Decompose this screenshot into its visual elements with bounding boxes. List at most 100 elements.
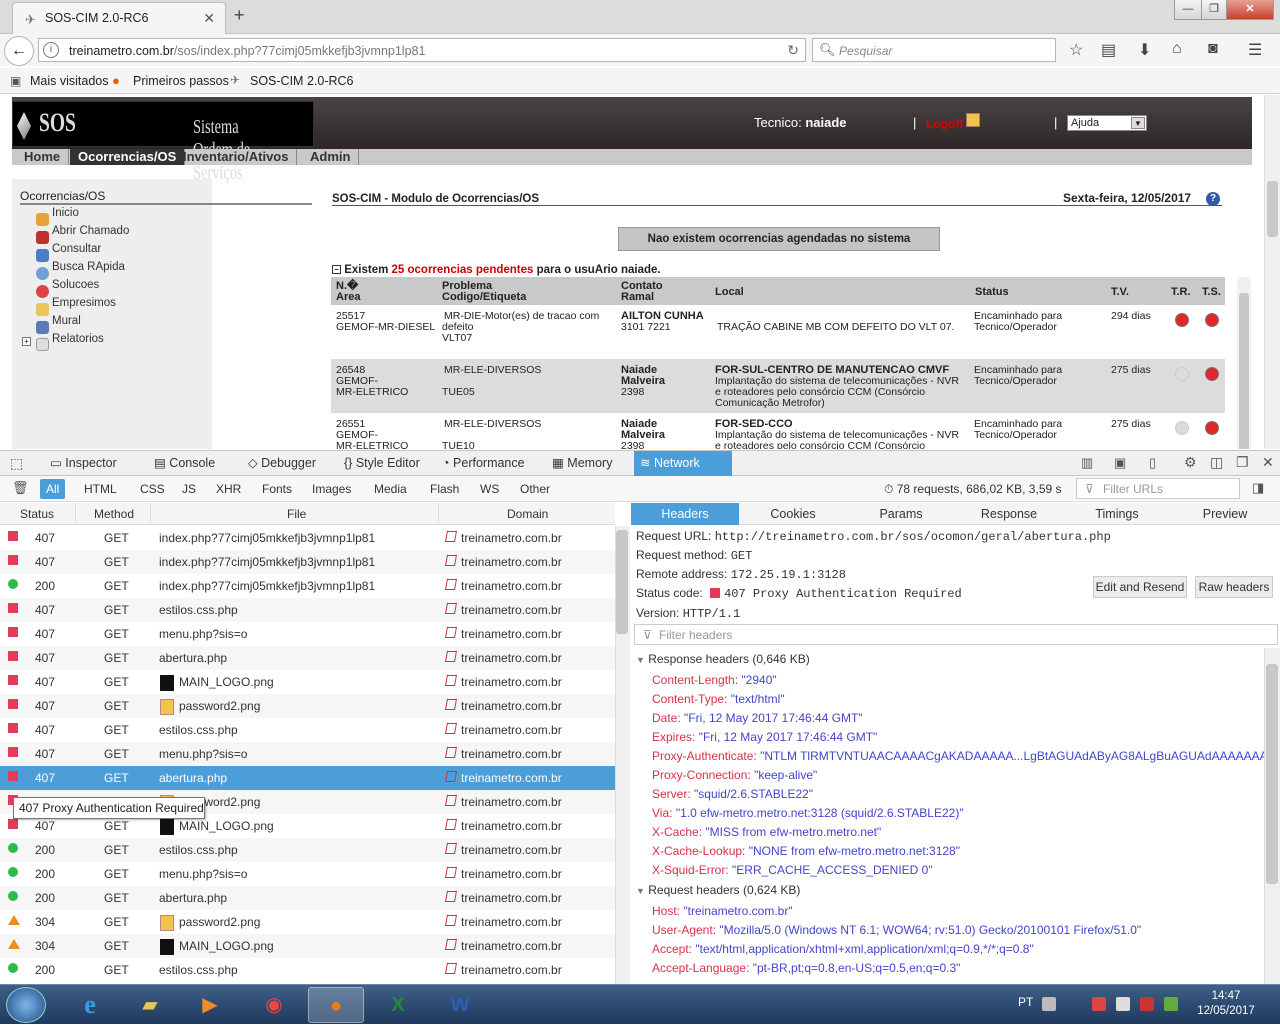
bookmark-most-visited[interactable]: Mais visitados (30, 74, 109, 88)
filter-fonts[interactable]: Fonts (256, 479, 298, 499)
collapse-icon[interactable]: − (332, 265, 341, 274)
request-row[interactable]: 407 GET estilos.css.php treinametro.com.br (0, 598, 615, 622)
menu-inventario[interactable]: Inventario/Ativos (175, 149, 298, 165)
filter-media[interactable]: Media (368, 479, 413, 499)
request-row[interactable]: 407 GET abertura.php treinametro.com.br (0, 766, 615, 790)
word-icon[interactable]: W (432, 987, 488, 1023)
flag-icon[interactable] (1116, 997, 1130, 1011)
request-row[interactable]: 200 GET estilos.css.php treinametro.com.br (0, 838, 615, 862)
header-entry[interactable]: X-Squid-Error: "ERR_CACHE_ACCESS_DENIED … (652, 863, 933, 877)
tab-inspector[interactable]: ▭ Inspector (44, 451, 117, 476)
tab-memory[interactable]: ▦ Memory (546, 451, 612, 476)
request-row[interactable]: 304 GET MAIN_LOGO.png treinametro.com.br (0, 934, 615, 958)
scroll-thumb[interactable] (1266, 664, 1278, 884)
tab-response[interactable]: Response (955, 503, 1063, 525)
left-item-empresimos[interactable]: Empresimos (52, 297, 116, 309)
ocorrencia-row[interactable]: 26551 GEMOF- MR-ELETRICO MR-ELE-DIVERSOS TUE… (331, 413, 1225, 449)
header-entry[interactable]: Content-Length: "2940" (652, 673, 777, 687)
url-bar[interactable]: i treinametro.com.br/sos/index.php?77cim… (38, 38, 806, 62)
back-button[interactable]: ← (4, 36, 34, 66)
undock-icon[interactable]: ❐ (1236, 454, 1249, 471)
scroll-thumb[interactable] (1239, 293, 1249, 449)
header-entry[interactable]: User-Agent: "Mozilla/5.0 (Windows NT 6.1… (652, 923, 1141, 937)
request-row[interactable]: 407 GET menu.php?sis=o treinametro.com.br (0, 742, 615, 766)
content-scrollbar[interactable] (1237, 277, 1251, 449)
col-file[interactable]: File (287, 507, 306, 521)
new-tab-icon[interactable]: + (234, 5, 245, 26)
col-method[interactable]: Method (94, 507, 134, 521)
menu-ocorrencias[interactable]: Ocorrencias/OS (70, 149, 186, 165)
tab-timings[interactable]: Timings (1063, 503, 1171, 525)
tab-params[interactable]: Params (847, 503, 955, 525)
tab-headers[interactable]: Headers (631, 503, 739, 525)
raw-headers-button[interactable]: Raw headers (1195, 576, 1273, 598)
bookmark-star-icon[interactable]: ☆ (1069, 40, 1083, 60)
left-item-consultar[interactable]: Consultar (52, 243, 101, 255)
search-input[interactable]: 🔍︎ Pesquisar (812, 38, 1056, 62)
request-row[interactable]: 200 GET abertura.php treinametro.com.br (0, 886, 615, 910)
request-row[interactable]: 407 GET index.php?77cimj05mkkefjb3jvmnp1lp… (0, 550, 615, 574)
browser-tab[interactable]: ✈ SOS-CIM 2.0-RC6 ✕ (12, 2, 226, 34)
firefox-icon[interactable]: ● (308, 987, 364, 1023)
filter-xhr[interactable]: XHR (210, 479, 247, 499)
downloads-icon[interactable]: ⬇ (1138, 40, 1151, 60)
key-icon[interactable] (966, 113, 980, 127)
start-button[interactable] (6, 987, 46, 1023)
update-icon[interactable] (1164, 997, 1178, 1011)
tab-preview[interactable]: Preview (1171, 503, 1279, 525)
ajuda-select[interactable]: Ajuda ▼ (1067, 115, 1147, 131)
scratchpad-icon[interactable]: ▣ (1114, 455, 1126, 471)
col-domain[interactable]: Domain (507, 507, 548, 521)
request-row[interactable]: 407 GET menu.php?sis=o treinametro.com.br (0, 622, 615, 646)
volume-muted-icon[interactable] (1140, 997, 1154, 1011)
reload-icon[interactable]: ↻ (787, 42, 799, 59)
ie-icon[interactable]: e (62, 987, 118, 1023)
request-row[interactable]: 407 GET password2.png treinametro.com.br (0, 694, 615, 718)
tab-network[interactable]: ≋ Network (634, 451, 732, 476)
keyboard-icon[interactable] (1042, 997, 1056, 1011)
header-entry[interactable]: Date: "Fri, 12 May 2017 17:46:44 GMT" (652, 711, 863, 725)
tab-cookies[interactable]: Cookies (739, 503, 847, 525)
close-window-button[interactable]: ✕ (1226, 0, 1274, 20)
pick-element-icon[interactable]: ⬚ (10, 455, 23, 472)
filter-headers-input[interactable]: ⊽ Filter headers (634, 624, 1278, 645)
dock-side-icon[interactable]: ◫ (1210, 454, 1223, 471)
request-row[interactable]: 200 GET menu.php?sis=o treinametro.com.br (0, 862, 615, 886)
tab-style-editor[interactable]: {} Style Editor (338, 451, 420, 476)
request-row[interactable]: 407 GET MAIN_LOGO.png treinametro.com.br (0, 670, 615, 694)
filter-all[interactable]: All (40, 479, 66, 499)
request-row[interactable]: 407 GET abertura.php treinametro.com.br (0, 646, 615, 670)
clock[interactable]: 14:47 12/05/2017 (1196, 989, 1256, 1019)
header-entry[interactable]: X-Cache-Lookup: "NONE from efw-metro.met… (652, 844, 960, 858)
left-item-busca-rapida[interactable]: Busca RApida (52, 261, 125, 273)
header-entry[interactable]: Accept: "text/html,application/xhtml+xml… (652, 942, 1034, 956)
network-warning-icon[interactable] (1092, 997, 1106, 1011)
menu-admin[interactable]: Admin (302, 149, 360, 165)
filter-images[interactable]: Images (306, 479, 357, 499)
left-item-relatorios[interactable]: Relatorios (52, 333, 104, 345)
gear-icon[interactable]: ⚙ (1184, 454, 1197, 471)
split-console-icon[interactable]: ▥ (1081, 455, 1093, 471)
close-icon[interactable]: ✕ (1262, 454, 1274, 471)
help-icon[interactable]: ? (1206, 192, 1220, 206)
ocorrencia-row[interactable]: 26548 GEMOF- MR-ELETRICO MR-ELE-DIVERSOS TUE… (331, 359, 1225, 413)
close-tab-icon[interactable]: ✕ (203, 10, 215, 27)
left-item-inicio[interactable]: Inicio (52, 207, 79, 219)
minimize-window-button[interactable]: — (1174, 0, 1202, 20)
request-headers-section[interactable]: ▼ Request headers (0,624 KB) (636, 883, 800, 897)
menu-home[interactable]: Home (16, 149, 70, 165)
restore-window-button[interactable]: ❐ (1201, 0, 1227, 20)
request-row[interactable]: 407 GET estilos.css.php treinametro.com.br (0, 718, 615, 742)
header-entry[interactable]: Accept-Language: "pt-BR,pt;q=0.8,en-US;q… (652, 961, 960, 975)
bookmark-first-steps[interactable]: Primeiros passos (133, 74, 229, 88)
col-status[interactable]: Status (20, 507, 54, 521)
header-entry[interactable]: Expires: "Fri, 12 May 2017 17:46:44 GMT" (652, 730, 877, 744)
responsive-design-icon[interactable]: ▯ (1149, 455, 1156, 471)
toggle-details-icon[interactable]: ◨ (1252, 480, 1264, 496)
input-language[interactable]: PT (1018, 995, 1033, 1009)
tab-console[interactable]: ▤ Console (148, 451, 215, 476)
filter-other[interactable]: Other (514, 479, 556, 499)
header-entry[interactable]: Server: "squid/2.6.STABLE22" (652, 787, 813, 801)
expand-icon[interactable]: + (22, 337, 31, 346)
logoff-link[interactable]: Logoff (926, 117, 963, 131)
